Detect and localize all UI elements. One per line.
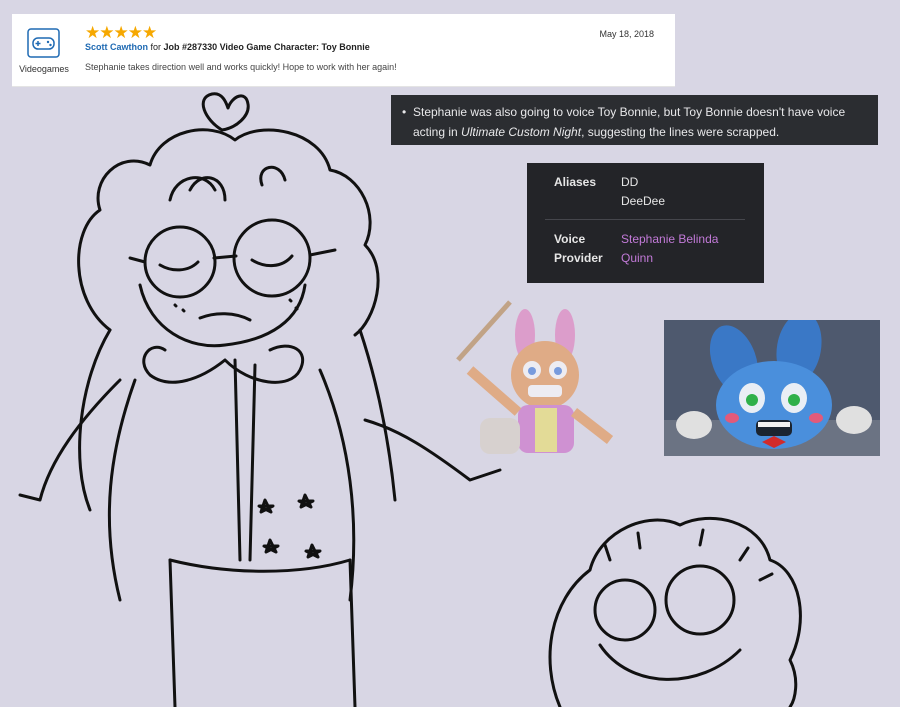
provider-label: Provider (554, 251, 603, 265)
review-for-text: for (150, 42, 162, 52)
aliases-label: Aliases (554, 175, 597, 189)
category-label: Videogames (19, 64, 69, 74)
trivia-text-after: , suggesting the lines were scrapped. (581, 125, 780, 139)
review-card: Videogames ★★★★★ Scott Cawthon for Job #… (12, 14, 675, 87)
review-author-link[interactable]: Scott Cawthon (85, 42, 148, 52)
trivia-title: Ultimate Custom Night (461, 125, 582, 139)
review-meta: Scott Cawthon for Job #287330 Video Game… (85, 42, 370, 52)
voice-provider-link[interactable]: Stephanie Belinda (621, 232, 718, 246)
voice-label: Voice (554, 232, 586, 246)
alias-item: DD (621, 175, 639, 189)
review-body: Stephanie takes direction well and works… (85, 62, 397, 72)
infobox-divider (545, 219, 745, 220)
voice-provider-link[interactable]: Quinn (621, 251, 653, 265)
gamepad-icon (27, 28, 60, 58)
bullet-icon: • (402, 105, 407, 119)
review-job: Job #287330 Video Game Character: Toy Bo… (163, 42, 370, 52)
rating-stars: ★★★★★ (85, 23, 157, 42)
animatronic-figure-image (456, 300, 614, 454)
review-date: May 18, 2018 (599, 29, 654, 39)
toy-bonnie-photo (664, 320, 880, 456)
trivia-panel: • Stephanie was also going to voice Toy … (391, 95, 878, 145)
alias-item: DeeDee (621, 194, 666, 208)
infobox: Aliases DD DeeDee Voice Provider Stephan… (527, 163, 764, 283)
